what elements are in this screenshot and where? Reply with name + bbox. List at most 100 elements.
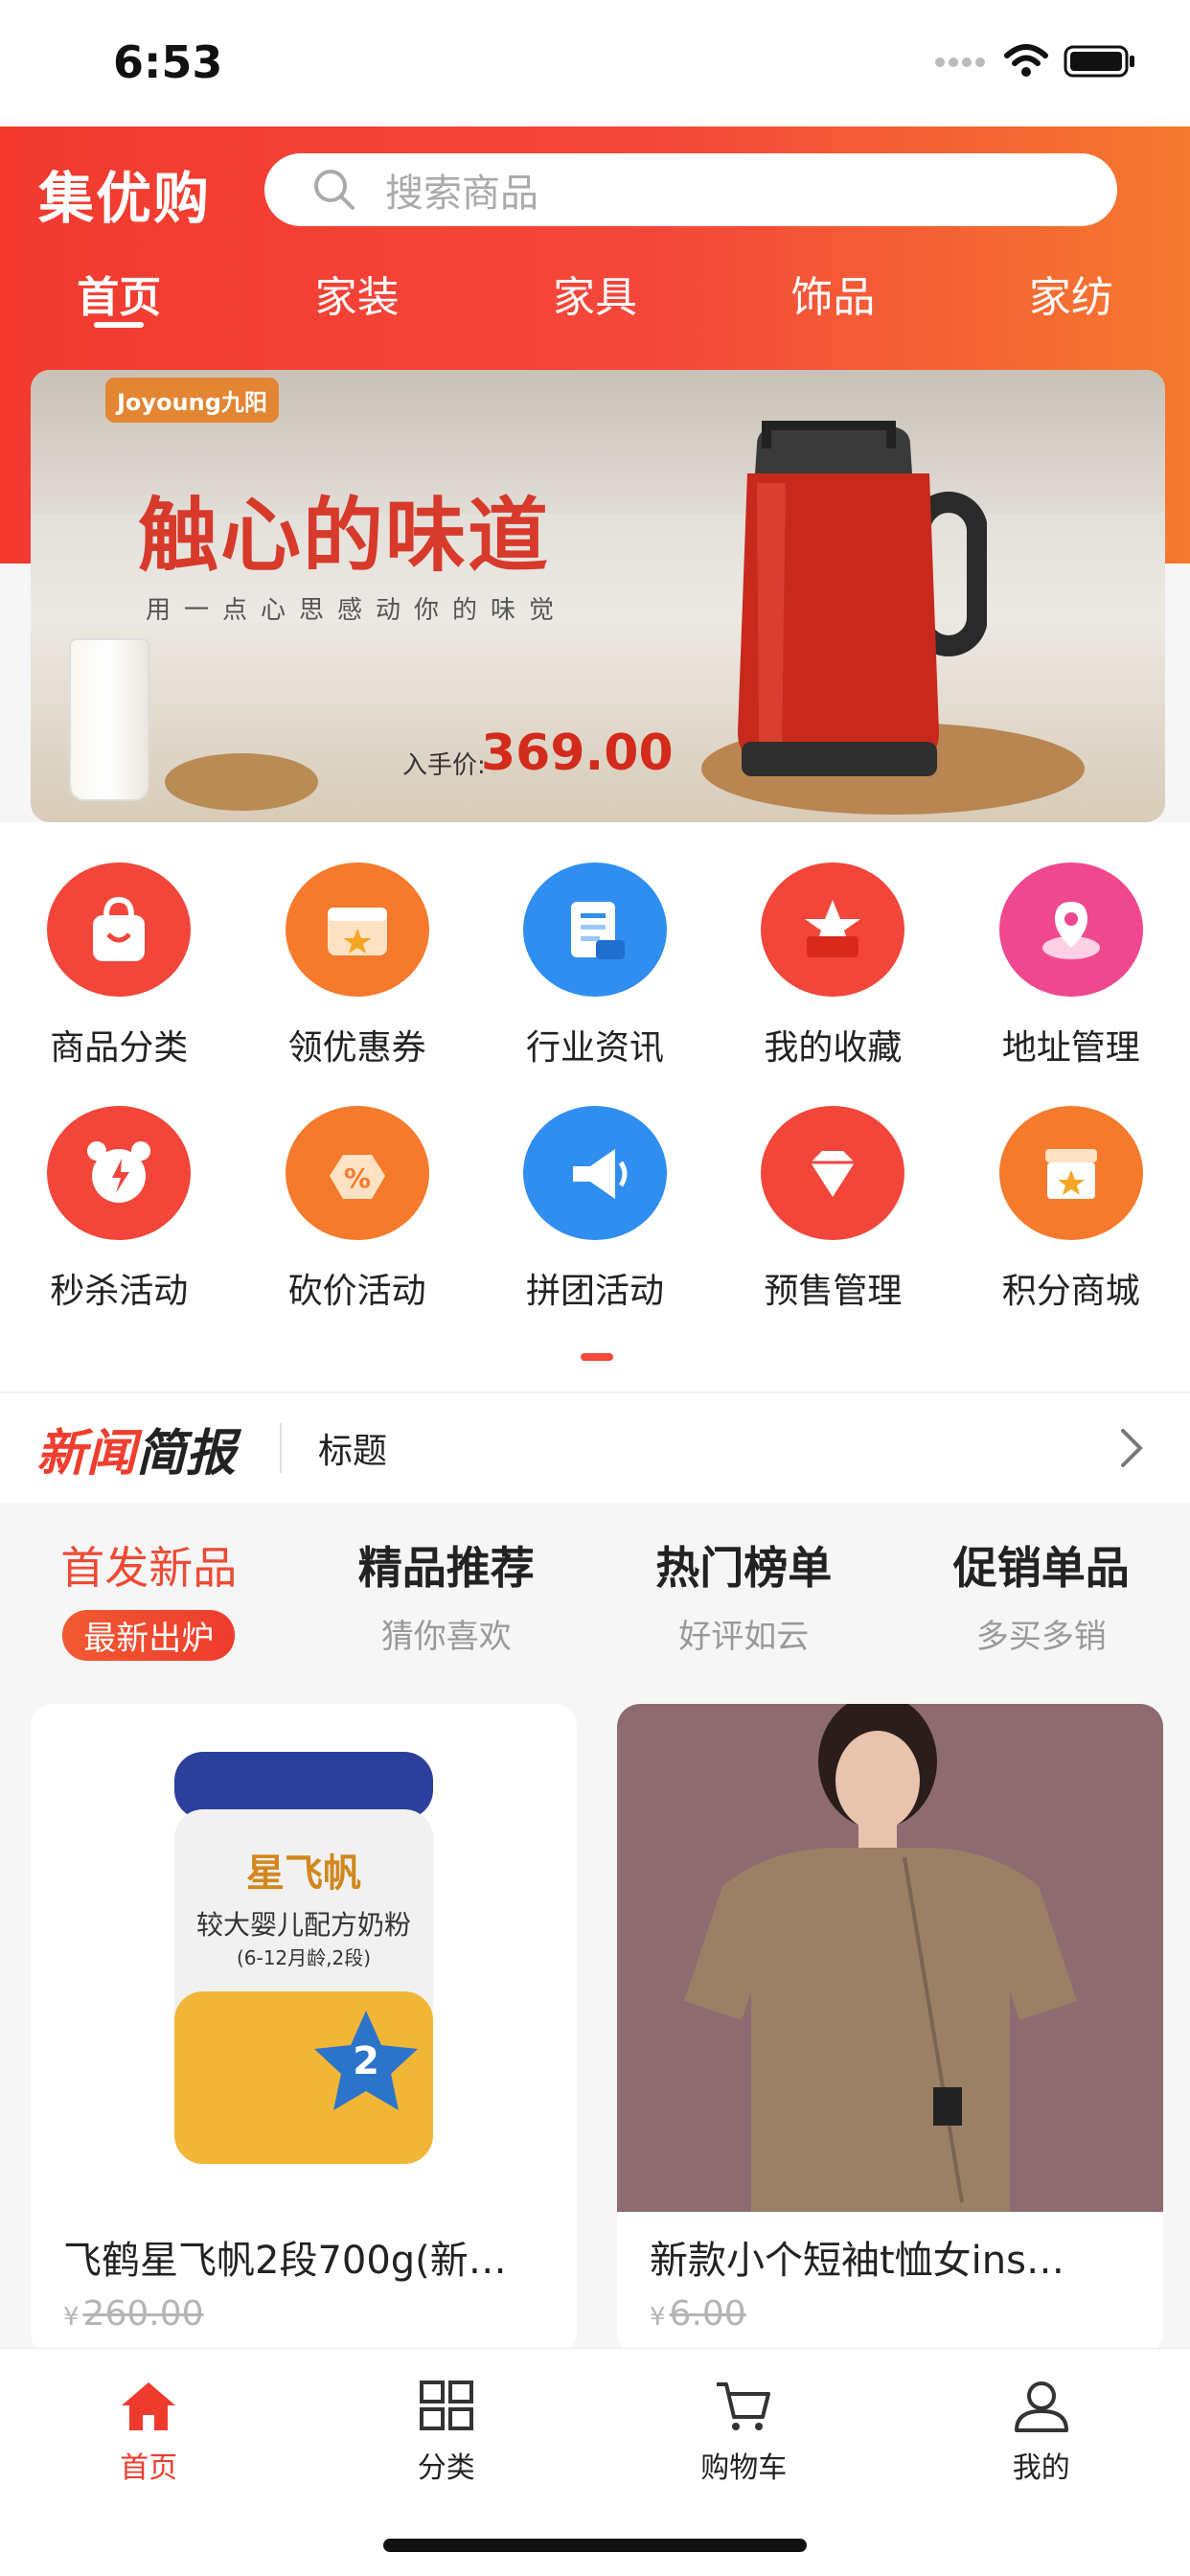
quick-entry-label: 我的收藏 bbox=[764, 1028, 903, 1068]
search-input[interactable]: 搜索商品 bbox=[264, 153, 1117, 226]
svg-text:%: % bbox=[344, 1162, 371, 1194]
feature-tab-title: 热门榜单 bbox=[655, 1542, 833, 1594]
nav-label: 我的 bbox=[1012, 2451, 1070, 2485]
feature-tab-hot-list[interactable]: 热门榜单 好评如云 bbox=[595, 1533, 893, 1661]
quick-entry-coupons[interactable]: 领优惠券 bbox=[238, 862, 475, 1070]
banner-subtitle: 用一点心思感动你的味觉 bbox=[146, 596, 568, 625]
discount-tag-icon: % bbox=[285, 1106, 429, 1240]
brand-logo: 集优购 bbox=[38, 166, 212, 231]
nav-profile[interactable]: 我的 bbox=[893, 2349, 1190, 2506]
status-bar: 6:53 bbox=[0, 0, 1190, 126]
price-value: 6.00 bbox=[669, 2294, 746, 2334]
quick-entry-label: 领优惠券 bbox=[287, 1028, 426, 1068]
nav-label: 首页 bbox=[120, 2451, 178, 2485]
quick-entry-label: 砍价活动 bbox=[287, 1272, 426, 1311]
can-text: 较大婴儿配方奶粉 bbox=[196, 1909, 411, 1941]
diamond-icon bbox=[761, 1106, 905, 1240]
news-logo-part1: 新闻 bbox=[36, 1424, 137, 1483]
product-price: ¥6.00 bbox=[650, 2294, 746, 2334]
milk-powder-can-image: 星飞帆 较大婴儿配方奶粉 (6-12月龄,2段) 2 bbox=[174, 1752, 433, 2164]
home-indicator bbox=[383, 2539, 807, 2552]
page-indicator bbox=[581, 1353, 613, 1361]
price-value: 260.00 bbox=[82, 2294, 204, 2334]
quick-entry-industry-news[interactable]: 行业资讯 bbox=[476, 862, 714, 1070]
nav-label: 购物车 bbox=[700, 2451, 788, 2485]
feature-tab-subtitle: 最新出炉 bbox=[62, 1610, 236, 1661]
feature-tab-title: 首发新品 bbox=[60, 1542, 238, 1594]
tab-home-decor[interactable]: 家装 bbox=[238, 251, 475, 347]
banner-title: 触心的味道 bbox=[138, 489, 551, 583]
product-card[interactable]: 新款小个短袖t恤女ins… ¥6.00 bbox=[617, 1704, 1163, 2356]
alarm-clock-icon bbox=[47, 1106, 192, 1240]
tab-home-textiles[interactable]: 家纺 bbox=[952, 251, 1190, 347]
wifi-icon bbox=[1004, 44, 1048, 77]
product-card[interactable]: 星飞帆 较大婴儿配方奶粉 (6-12月龄,2段) 2 飞鹤星飞帆2段700g(新… bbox=[31, 1704, 577, 2356]
search-placeholder: 搜索商品 bbox=[385, 172, 538, 216]
soybean-bowl-image bbox=[165, 753, 318, 811]
quick-entry-row-1: 商品分类 领优惠券 行业资讯 我的收藏 地址管理 bbox=[0, 862, 1190, 1070]
product-name: 飞鹤星飞帆2段700g(新… bbox=[63, 2239, 507, 2283]
quick-entry-bargain[interactable]: % 砍价活动 bbox=[238, 1106, 475, 1313]
screen: 6:53 集优购 搜索商品 首页 家装 家具 饰品 家纺 Joyoung九阳 触… bbox=[0, 0, 1190, 2576]
banner-brand-logo: Joyoung九阳 bbox=[105, 378, 279, 423]
home-icon bbox=[122, 2382, 176, 2430]
quick-entry-flash-sale[interactable]: 秒杀活动 bbox=[0, 1106, 238, 1313]
tab-furniture[interactable]: 家具 bbox=[476, 251, 714, 347]
category-tabs: 首页 家装 家具 饰品 家纺 bbox=[0, 251, 1190, 347]
search-icon bbox=[314, 170, 355, 210]
tshirt-model-image bbox=[684, 1704, 1077, 2212]
feature-tab-recommended[interactable]: 精品推荐 猜你喜欢 bbox=[298, 1533, 596, 1661]
chevron-right-icon bbox=[1121, 1429, 1143, 1467]
milk-glass-image bbox=[69, 638, 149, 801]
quick-entry-label: 积分商城 bbox=[1001, 1272, 1140, 1311]
nav-home[interactable]: 首页 bbox=[0, 2349, 298, 2506]
news-bar[interactable]: 新闻简报 标题 bbox=[0, 1392, 1190, 1503]
news-headline: 标题 bbox=[318, 1432, 388, 1471]
shopping-bag-icon bbox=[47, 862, 192, 997]
quick-entry-points-mall[interactable]: 积分商城 bbox=[952, 1106, 1190, 1313]
quick-entry-label: 预售管理 bbox=[764, 1272, 903, 1311]
signal-icon bbox=[935, 53, 989, 71]
feature-tabs: 首发新品 最新出炉 精品推荐 猜你喜欢 热门榜单 好评如云 促销单品 多买多销 bbox=[0, 1533, 1190, 1661]
feature-tab-new-arrivals[interactable]: 首发新品 最新出炉 bbox=[0, 1533, 298, 1661]
star-box-icon bbox=[761, 862, 905, 997]
quick-entry-label: 行业资讯 bbox=[525, 1028, 664, 1068]
feature-tab-subtitle: 猜你喜欢 bbox=[380, 1618, 512, 1656]
quick-entry-favorites[interactable]: 我的收藏 bbox=[714, 862, 951, 1070]
can-subtext: (6-12月龄,2段) bbox=[237, 1946, 371, 1969]
grid-icon bbox=[419, 2380, 473, 2430]
tab-accessories[interactable]: 饰品 bbox=[714, 251, 951, 347]
store-icon bbox=[998, 1106, 1143, 1240]
feature-tab-promotions[interactable]: 促销单品 多买多销 bbox=[893, 1533, 1190, 1661]
currency-symbol: ¥ bbox=[650, 2303, 666, 2332]
feature-tab-title: 精品推荐 bbox=[357, 1542, 535, 1594]
quick-entry-panel: 商品分类 领优惠券 行业资讯 我的收藏 地址管理 秒杀活动 % 砍价活动 拼团活… bbox=[0, 822, 1190, 1392]
currency-symbol: ¥ bbox=[63, 2303, 80, 2332]
promo-banner[interactable]: Joyoung九阳 触心的味道 用一点心思感动你的味觉 入手价: 369.00 bbox=[31, 370, 1165, 822]
quick-entry-presale[interactable]: 预售管理 bbox=[714, 1106, 951, 1313]
news-logo-part2: 简报 bbox=[136, 1424, 237, 1483]
battery-icon bbox=[1064, 45, 1134, 78]
can-stage: 2 bbox=[353, 2039, 379, 2083]
news-doc-icon bbox=[522, 862, 667, 997]
quick-entry-address[interactable]: 地址管理 bbox=[952, 862, 1190, 1070]
coupon-icon bbox=[285, 862, 429, 997]
user-icon bbox=[1014, 2381, 1068, 2432]
megaphone-icon bbox=[522, 1106, 667, 1240]
tab-home[interactable]: 首页 bbox=[0, 251, 238, 347]
cart-icon bbox=[717, 2382, 771, 2430]
quick-entry-row-2: 秒杀活动 % 砍价活动 拼团活动 预售管理 积分商城 bbox=[0, 1106, 1190, 1313]
nav-cart[interactable]: 购物车 bbox=[595, 2349, 893, 2506]
quick-entry-label: 拼团活动 bbox=[525, 1272, 664, 1311]
soymilk-maker-image bbox=[738, 421, 987, 776]
quick-entry-label: 秒杀活动 bbox=[50, 1272, 189, 1311]
bottom-nav: 首页 分类 购物车 我的 bbox=[0, 2348, 1190, 2576]
feature-tab-subtitle: 多买多销 bbox=[975, 1618, 1107, 1656]
quick-entry-label: 地址管理 bbox=[1001, 1028, 1140, 1068]
nav-category[interactable]: 分类 bbox=[298, 2349, 596, 2506]
product-price: ¥260.00 bbox=[63, 2294, 204, 2334]
can-brand: 星飞帆 bbox=[246, 1852, 361, 1896]
product-name: 新款小个短袖t恤女ins… bbox=[650, 2239, 1064, 2283]
quick-entry-product-categories[interactable]: 商品分类 bbox=[0, 862, 238, 1070]
quick-entry-group-buy[interactable]: 拼团活动 bbox=[476, 1106, 714, 1313]
